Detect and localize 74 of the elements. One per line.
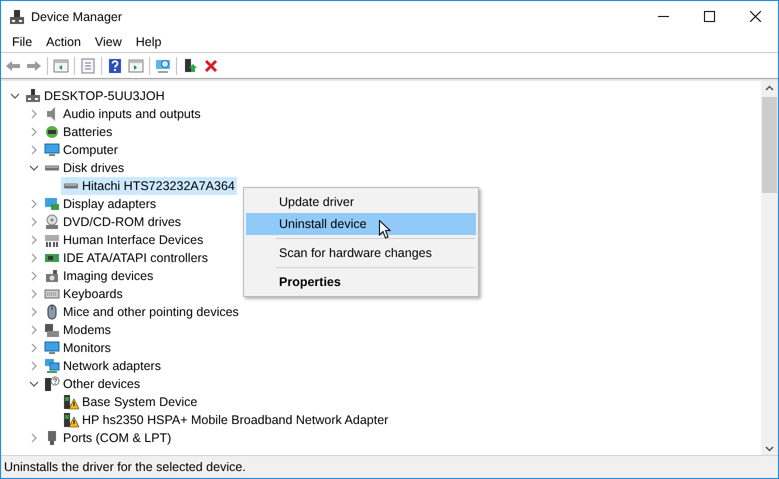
expand-chevron-icon[interactable] bbox=[29, 307, 39, 317]
warning-device-icon bbox=[63, 394, 79, 410]
tree-item[interactable]: Display adapters bbox=[42, 195, 158, 213]
context-menu-item[interactable]: Uninstall device bbox=[246, 213, 476, 235]
tree-item[interactable]: DVD/CD-ROM drives bbox=[42, 213, 184, 231]
tree-item[interactable]: Keyboards bbox=[42, 285, 125, 303]
expand-chevron-icon[interactable] bbox=[29, 361, 39, 371]
x-icon[interactable] bbox=[203, 58, 219, 74]
monitor-icon bbox=[44, 142, 60, 158]
context-menu-item[interactable]: Properties bbox=[246, 271, 476, 293]
panel-icon[interactable] bbox=[128, 58, 144, 74]
collapse-chevron-icon[interactable] bbox=[29, 163, 39, 173]
tree-item[interactable]: Modems bbox=[42, 321, 113, 339]
close-icon bbox=[750, 11, 760, 22]
expand-chevron-icon[interactable] bbox=[29, 253, 39, 263]
disk-drive-icon bbox=[44, 165, 60, 171]
expand-chevron-icon[interactable] bbox=[29, 109, 39, 119]
vertical-scrollbar[interactable] bbox=[761, 81, 778, 455]
disk-drive-icon bbox=[63, 183, 79, 189]
scroll-thumb[interactable] bbox=[762, 97, 777, 193]
add-driver-icon[interactable] bbox=[182, 58, 198, 74]
panel-icon[interactable] bbox=[53, 58, 69, 74]
tree-item[interactable]: HP hs2350 HSPA+ Mobile Broadband Network Adapter bbox=[61, 411, 390, 429]
tree-item[interactable]: Other devices bbox=[42, 375, 142, 393]
expand-chevron-icon[interactable] bbox=[29, 145, 39, 155]
tree-item[interactable]: Network adapters bbox=[42, 357, 163, 375]
maximize-icon bbox=[704, 11, 714, 22]
menu-item[interactable]: Help bbox=[128, 35, 168, 49]
tree-item[interactable]: IDE ATA/ATAPI controllers bbox=[42, 249, 210, 267]
tree-item[interactable]: Hitachi HTS723232A7A364 bbox=[61, 177, 237, 195]
input-device-icon bbox=[44, 232, 60, 248]
tree-item[interactable]: Human Interface Devices bbox=[42, 231, 206, 249]
device-manager-icon bbox=[9, 8, 25, 24]
computer-icon bbox=[25, 88, 41, 104]
mouse-pointer-icon bbox=[379, 220, 391, 239]
menu-item[interactable]: View bbox=[88, 35, 129, 49]
expand-chevron-icon[interactable] bbox=[29, 433, 39, 443]
display-adapter-icon bbox=[44, 196, 60, 212]
expand-chevron-icon[interactable] bbox=[29, 127, 39, 137]
tree-item[interactable]: Base System Device bbox=[61, 393, 200, 411]
expand-chevron-icon[interactable] bbox=[29, 325, 39, 335]
collapse-chevron-icon[interactable] bbox=[29, 379, 39, 389]
tree-item[interactable]: Mice and other pointing devices bbox=[42, 303, 241, 321]
tree-item[interactable]: Audio inputs and outputs bbox=[42, 105, 203, 123]
expand-chevron-icon[interactable] bbox=[29, 235, 39, 245]
tree-item[interactable]: Ports (COM & LPT) bbox=[42, 429, 174, 447]
tree-item[interactable]: Batteries bbox=[42, 123, 114, 141]
expand-chevron-icon[interactable] bbox=[29, 199, 39, 209]
tree-item[interactable]: DESKTOP-5UU3JOH bbox=[23, 87, 167, 105]
warning-device-icon bbox=[63, 412, 79, 428]
tree-item[interactable]: Monitors bbox=[42, 339, 113, 357]
status-text: Uninstalls the driver for the selected device. bbox=[4, 460, 246, 474]
network-icon bbox=[44, 358, 60, 374]
tree-item[interactable]: Imaging devices bbox=[42, 267, 156, 285]
menu-item[interactable]: File bbox=[5, 35, 40, 49]
expand-chevron-icon[interactable] bbox=[29, 343, 39, 353]
help-icon[interactable] bbox=[107, 58, 123, 74]
tree-item[interactable]: Computer bbox=[42, 141, 120, 159]
menu-item[interactable]: Action bbox=[39, 35, 88, 49]
minimize-icon bbox=[658, 16, 668, 17]
tree-item[interactable]: Disk drives bbox=[42, 159, 126, 177]
collapse-chevron-icon[interactable] bbox=[10, 91, 20, 101]
window-title: Device Manager bbox=[31, 10, 122, 24]
context-menu-item[interactable]: Update driver bbox=[246, 191, 476, 213]
camera-icon bbox=[44, 268, 60, 284]
monitor-icon bbox=[44, 340, 60, 356]
expand-chevron-icon[interactable] bbox=[29, 271, 39, 281]
context-menu-item[interactable]: Scan for hardware changes bbox=[246, 242, 476, 264]
disc-drive-icon bbox=[44, 214, 60, 230]
unknown-device-icon bbox=[44, 376, 60, 392]
expand-chevron-icon[interactable] bbox=[29, 289, 39, 299]
expand-chevron-icon[interactable] bbox=[29, 217, 39, 227]
monitor-search-icon[interactable] bbox=[155, 58, 171, 74]
properties-sheet-icon[interactable] bbox=[80, 58, 96, 74]
